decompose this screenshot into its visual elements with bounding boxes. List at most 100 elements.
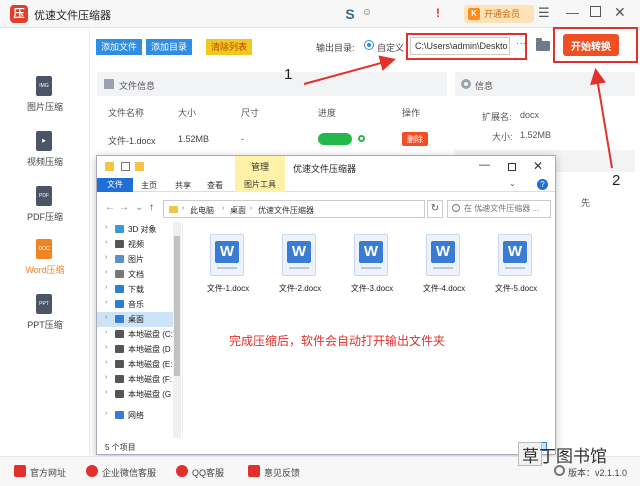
col-action: 操作: [402, 108, 421, 118]
nav-item-desktop[interactable]: › 桌面: [97, 312, 181, 327]
help-icon[interactable]: ?: [537, 179, 548, 190]
doc-lines: [289, 267, 309, 269]
wechat-service-link[interactable]: 企业微信客服: [86, 465, 156, 479]
file-item-5[interactable]: W 文件-5.docx: [481, 234, 551, 304]
nav-item-video[interactable]: › 视频: [97, 237, 181, 252]
word-w-icon: W: [215, 241, 239, 263]
sidebar-item-ppt[interactable]: PPT PPT压缩: [0, 294, 90, 348]
nav-item-music[interactable]: › 音乐: [97, 297, 181, 312]
quick-folder-icon[interactable]: [105, 162, 114, 171]
expand-icon[interactable]: ›: [105, 329, 107, 336]
vip-button[interactable]: K 开通会员: [464, 5, 534, 23]
nav-item-network[interactable]: › 网络: [97, 408, 181, 423]
add-file-button[interactable]: 添加文件: [96, 39, 143, 55]
expand-icon[interactable]: ›: [105, 299, 107, 306]
nav-item-pictures[interactable]: › 图片: [97, 252, 181, 267]
nav-item-documents[interactable]: › 文档: [97, 267, 181, 282]
app-logo-icon: 压: [10, 5, 28, 23]
up-icon[interactable]: ↑: [149, 202, 154, 213]
file-item-3[interactable]: W 文件-3.docx: [337, 234, 407, 304]
manage-tab[interactable]: 管理: [235, 156, 285, 178]
tab-view[interactable]: 查看: [207, 180, 223, 191]
expand-icon[interactable]: ›: [105, 374, 107, 381]
custom-radio[interactable]: [364, 40, 374, 50]
tab-image-tools[interactable]: 图片工具: [235, 178, 285, 192]
explorer-title: 优速文件压缩器: [293, 164, 357, 174]
expand-icon[interactable]: ›: [105, 344, 107, 351]
menu-icon[interactable]: ☰: [538, 5, 550, 21]
ppt-file-icon: PPT: [36, 294, 52, 314]
nav-scrollbar[interactable]: [173, 222, 181, 438]
doc-lines: [505, 267, 525, 269]
nav-label: 本地磁盘 (E:: [128, 360, 173, 369]
minimize-icon[interactable]: —: [566, 5, 579, 20]
expand-icon[interactable]: ›: [105, 254, 107, 261]
explorer-close-icon[interactable]: ✕: [533, 159, 543, 173]
custom-radio-label: 自定义: [377, 43, 405, 53]
chat-icon[interactable]: ☺: [362, 7, 372, 18]
expand-icon[interactable]: ›: [105, 224, 107, 231]
nav-item-drive-c[interactable]: › 本地磁盘 (C:: [97, 327, 181, 342]
back-icon[interactable]: ←: [105, 202, 115, 213]
sidebar-item-word[interactable]: DOC Word压缩: [0, 239, 90, 293]
refresh-icon[interactable]: ↻: [427, 200, 443, 218]
sidebar-item-pdf[interactable]: PDF PDF压缩: [0, 186, 90, 240]
add-dir-button[interactable]: 添加目录: [146, 39, 193, 55]
search-input[interactable]: 在 优速文件压缩器 ...: [447, 200, 551, 218]
address-bar[interactable]: › 此电脑 › 桌面 › 优速文件压缩器 ⌄: [163, 200, 485, 218]
quick-check-icon[interactable]: [121, 162, 130, 171]
expand-icon[interactable]: ›: [105, 389, 107, 396]
sidebar-item-image[interactable]: IMG 图片压缩: [0, 76, 90, 130]
nav-item-downloads[interactable]: › 下载: [97, 282, 181, 297]
word-doc-icon: W: [210, 234, 244, 276]
expand-icon[interactable]: ›: [105, 359, 107, 366]
output-dir-label: 输出目录:: [316, 43, 355, 53]
recent-icon[interactable]: ⌄: [135, 202, 143, 213]
tab-file[interactable]: 文件: [97, 178, 133, 192]
forward-icon[interactable]: →: [119, 202, 129, 213]
explorer-maximize-icon[interactable]: [508, 163, 516, 171]
nav-item-drive-d[interactable]: › 本地磁盘 (D: [97, 342, 181, 357]
nav-item-drive-e[interactable]: › 本地磁盘 (E:: [97, 357, 181, 372]
nav-item-drive-g[interactable]: › 本地磁盘 (G: [97, 387, 181, 402]
file-name: 文件-1.docx: [206, 284, 250, 293]
crumb-separator: ›: [222, 205, 225, 212]
crumb-this-pc[interactable]: 此电脑: [190, 205, 214, 216]
word-doc-icon: W: [282, 234, 316, 276]
expand-icon[interactable]: ›: [105, 284, 107, 291]
expand-icon[interactable]: ›: [105, 239, 107, 246]
clear-list-button[interactable]: 清除列表: [206, 39, 253, 55]
explorer-minimize-icon[interactable]: —: [479, 159, 490, 171]
website-link[interactable]: 官方网址: [14, 465, 66, 479]
nav-item-drive-f[interactable]: › 本地磁盘 (F:: [97, 372, 181, 387]
annotation-box-start: [553, 27, 638, 63]
crumb-folder[interactable]: 优速文件压缩器: [258, 205, 314, 216]
qq-service-link[interactable]: QQ客服: [176, 465, 224, 479]
doc-file-icon: DOC: [36, 239, 52, 259]
file-item-4[interactable]: W 文件-4.docx: [409, 234, 479, 304]
maximize-icon[interactable]: [590, 6, 601, 17]
explorer-titlebar: 管理 优速文件压缩器 — ✕: [97, 156, 555, 178]
expand-icon[interactable]: ›: [105, 269, 107, 276]
sidebar-item-video[interactable]: ▶ 视频压缩: [0, 131, 90, 185]
quick-newfolder-icon[interactable]: [135, 162, 144, 171]
tab-home[interactable]: 主页: [141, 180, 157, 191]
expand-icon[interactable]: ›: [105, 410, 107, 417]
ribbon-expand-icon[interactable]: ⌄: [509, 179, 516, 188]
close-icon[interactable]: ✕: [614, 4, 626, 21]
nav-scroll-thumb[interactable]: [174, 236, 180, 376]
file-item-2[interactable]: W 文件-2.docx: [265, 234, 335, 304]
delete-button[interactable]: 删除: [402, 132, 428, 146]
search-icon: [452, 204, 460, 212]
image-file-icon: IMG: [36, 76, 52, 96]
file-item-1[interactable]: W 文件-1.docx: [193, 234, 263, 304]
feedback-link[interactable]: 意见反馈: [248, 465, 300, 479]
crumb-desktop[interactable]: 桌面: [230, 205, 246, 216]
size-value: 1.52MB: [520, 130, 552, 140]
pin-icon[interactable]: !: [436, 6, 440, 20]
folder-icon[interactable]: [536, 38, 550, 51]
nav-item-3d[interactable]: › 3D 对象: [97, 222, 181, 237]
expand-icon[interactable]: ›: [105, 314, 107, 321]
tab-share[interactable]: 共享: [175, 180, 191, 191]
s-logo-icon[interactable]: S: [340, 5, 360, 23]
